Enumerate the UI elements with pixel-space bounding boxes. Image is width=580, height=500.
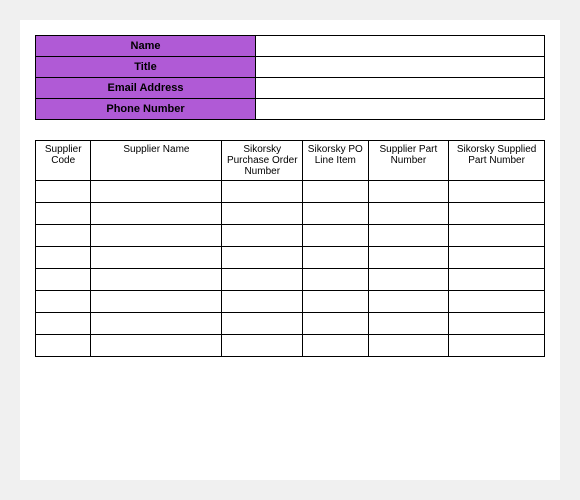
- cell-3-supplier-part[interactable]: [368, 247, 449, 269]
- cell-7-supplier-part[interactable]: [368, 335, 449, 357]
- col-header-po-number: Sikorsky Purchase Order Number: [222, 141, 303, 181]
- cell-5-supplier-name[interactable]: [91, 291, 222, 313]
- cell-2-supplier-code[interactable]: [36, 225, 91, 247]
- cell-3-supplier-name[interactable]: [91, 247, 222, 269]
- cell-4-supplier-code[interactable]: [36, 269, 91, 291]
- cell-0-supplier-part[interactable]: [368, 181, 449, 203]
- cell-2-po-number[interactable]: [222, 225, 303, 247]
- cell-1-supplier-part[interactable]: [368, 203, 449, 225]
- table-row: [36, 291, 545, 313]
- col-header-supplier-name: Supplier Name: [91, 141, 222, 181]
- contact-value-1[interactable]: [256, 57, 545, 78]
- cell-5-sikorsky-part[interactable]: [449, 291, 545, 313]
- cell-3-po-number[interactable]: [222, 247, 303, 269]
- table-row: [36, 247, 545, 269]
- col-header-po-line: Sikorsky PO Line Item: [303, 141, 369, 181]
- table-row: [36, 225, 545, 247]
- cell-6-po-number[interactable]: [222, 313, 303, 335]
- table-row: [36, 335, 545, 357]
- cell-1-supplier-code[interactable]: [36, 203, 91, 225]
- cell-6-supplier-name[interactable]: [91, 313, 222, 335]
- contact-label-3: Phone Number: [36, 99, 256, 120]
- cell-6-supplier-code[interactable]: [36, 313, 91, 335]
- col-header-supplier-part: Supplier Part Number: [368, 141, 449, 181]
- cell-3-po-line[interactable]: [303, 247, 369, 269]
- contact-label-2: Email Address: [36, 78, 256, 99]
- cell-1-supplier-name[interactable]: [91, 203, 222, 225]
- supplier-table: Supplier CodeSupplier NameSikorsky Purch…: [35, 140, 545, 357]
- contact-label-1: Title: [36, 57, 256, 78]
- contact-value-0[interactable]: [256, 36, 545, 57]
- cell-1-po-number[interactable]: [222, 203, 303, 225]
- cell-7-po-number[interactable]: [222, 335, 303, 357]
- contact-value-2[interactable]: [256, 78, 545, 99]
- cell-3-sikorsky-part[interactable]: [449, 247, 545, 269]
- cell-7-supplier-code[interactable]: [36, 335, 91, 357]
- cell-6-sikorsky-part[interactable]: [449, 313, 545, 335]
- cell-7-po-line[interactable]: [303, 335, 369, 357]
- table-row: [36, 203, 545, 225]
- cell-6-supplier-part[interactable]: [368, 313, 449, 335]
- cell-7-supplier-name[interactable]: [91, 335, 222, 357]
- cell-1-sikorsky-part[interactable]: [449, 203, 545, 225]
- cell-1-po-line[interactable]: [303, 203, 369, 225]
- cell-5-po-line[interactable]: [303, 291, 369, 313]
- cell-5-supplier-code[interactable]: [36, 291, 91, 313]
- contact-value-3[interactable]: [256, 99, 545, 120]
- cell-0-supplier-code[interactable]: [36, 181, 91, 203]
- contact-label-0: Name: [36, 36, 256, 57]
- cell-0-po-number[interactable]: [222, 181, 303, 203]
- col-header-supplier-code: Supplier Code: [36, 141, 91, 181]
- cell-4-supplier-name[interactable]: [91, 269, 222, 291]
- cell-5-po-number[interactable]: [222, 291, 303, 313]
- cell-2-supplier-name[interactable]: [91, 225, 222, 247]
- cell-0-po-line[interactable]: [303, 181, 369, 203]
- table-row: [36, 269, 545, 291]
- cell-2-supplier-part[interactable]: [368, 225, 449, 247]
- cell-4-supplier-part[interactable]: [368, 269, 449, 291]
- cell-7-sikorsky-part[interactable]: [449, 335, 545, 357]
- contact-table: NameTitleEmail AddressPhone Number: [35, 35, 545, 120]
- cell-2-po-line[interactable]: [303, 225, 369, 247]
- cell-6-po-line[interactable]: [303, 313, 369, 335]
- cell-2-sikorsky-part[interactable]: [449, 225, 545, 247]
- cell-0-supplier-name[interactable]: [91, 181, 222, 203]
- col-header-sikorsky-part: Sikorsky Supplied Part Number: [449, 141, 545, 181]
- cell-4-po-number[interactable]: [222, 269, 303, 291]
- cell-0-sikorsky-part[interactable]: [449, 181, 545, 203]
- cell-3-supplier-code[interactable]: [36, 247, 91, 269]
- cell-4-po-line[interactable]: [303, 269, 369, 291]
- table-row: [36, 313, 545, 335]
- cell-5-supplier-part[interactable]: [368, 291, 449, 313]
- page-container: NameTitleEmail AddressPhone Number Suppl…: [20, 20, 560, 480]
- table-row: [36, 181, 545, 203]
- cell-4-sikorsky-part[interactable]: [449, 269, 545, 291]
